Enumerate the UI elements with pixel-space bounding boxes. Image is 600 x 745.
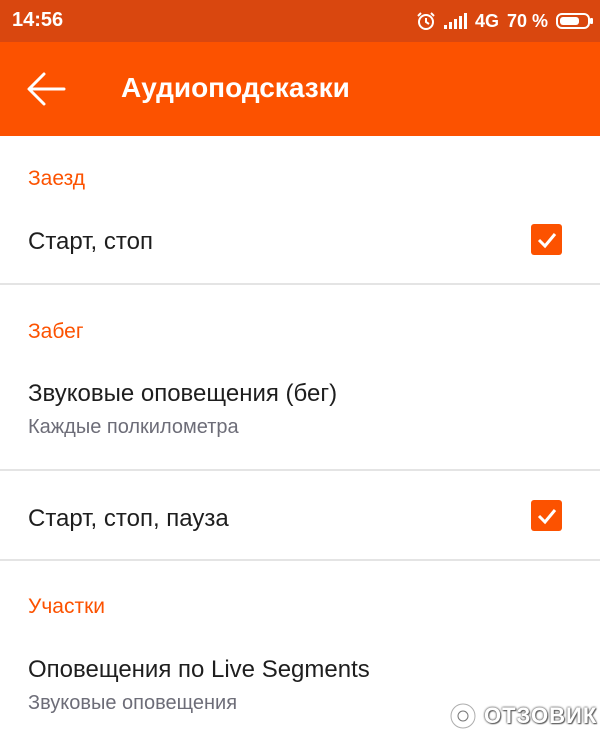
battery-icon (556, 13, 593, 29)
network-type: 4G (474, 10, 499, 31)
status-time: 14:56 (12, 9, 64, 31)
page-title: Аудиоподсказки (121, 72, 350, 103)
setting-subtitle: Звуковые оповещения (28, 692, 238, 714)
back-button[interactable] (22, 65, 70, 113)
setting-subtitle: Каждые полкилометра (28, 416, 239, 438)
run-start-stop-pause-checkbox[interactable] (531, 500, 562, 531)
setting-title: Звуковые оповещения (бег) (28, 380, 338, 407)
setting-title: Оповещения по Live Segments (28, 656, 370, 683)
status-icons: 4G 70 % (416, 8, 593, 34)
checkmark-icon (537, 508, 556, 524)
section-header-ride: Заезд (28, 167, 86, 190)
setting-title: Старт, стоп (28, 228, 153, 255)
watermark: ОТЗОВИК (448, 701, 597, 731)
watermark-text: ОТЗОВИК (484, 703, 598, 728)
arrow-left-icon (27, 72, 66, 106)
checkmark-icon (537, 232, 556, 248)
signal-icon (443, 13, 467, 29)
setting-title: Старт, стоп, пауза (28, 505, 229, 532)
divider (0, 283, 600, 285)
divider (0, 469, 600, 471)
divider (0, 559, 600, 561)
section-header-run: Забег (28, 320, 84, 343)
status-bar: 14:56 4G 70 % (0, 0, 600, 42)
alarm-icon (417, 12, 435, 30)
battery-percent: 70 % (506, 10, 548, 31)
otzovik-logo-icon (449, 702, 477, 730)
app-bar: Аудиоподсказки (0, 42, 600, 136)
section-header-segments: Участки (28, 595, 105, 618)
ride-start-stop-checkbox[interactable] (531, 224, 562, 255)
